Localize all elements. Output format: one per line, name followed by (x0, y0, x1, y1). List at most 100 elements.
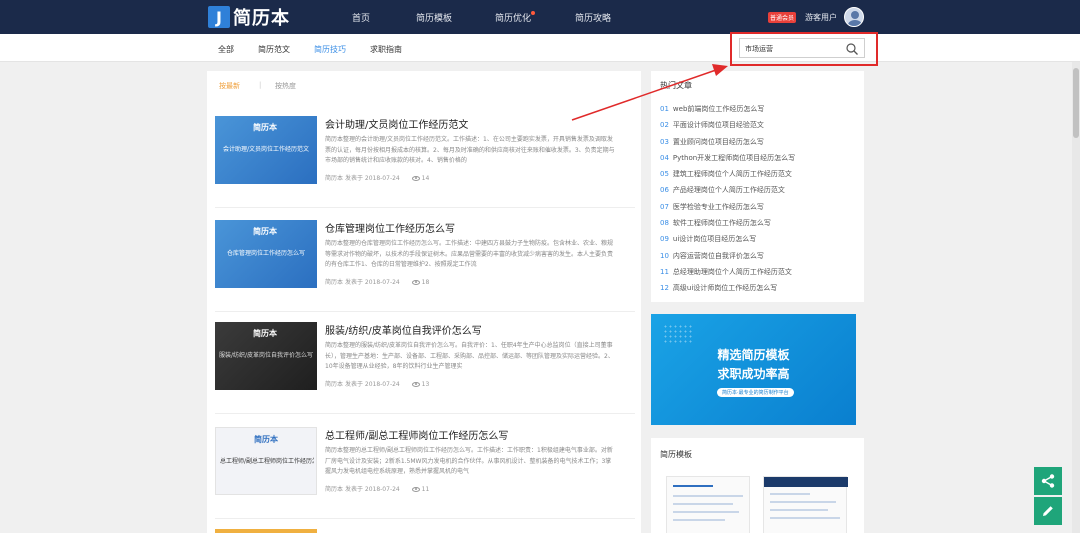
hot-dot-icon (531, 11, 535, 15)
logo-mark: J (208, 6, 230, 28)
article-author: 简历本 (325, 279, 344, 286)
article-meta: 简历本 发表于 2018-07-24 14 (325, 173, 429, 182)
site-logo[interactable]: J 简历本 (208, 5, 290, 29)
hot-articles-panel: 热门文章 01 web前端岗位工作经历怎么写 02 平面设计师岗位项目经验范文 03… (651, 71, 864, 302)
hot-article-title[interactable]: 产品经理岗位个人简历工作经历范文 (673, 186, 785, 194)
article-author: 简历本 (325, 175, 344, 182)
hot-article-item[interactable]: 07 医学检验专业工作经历怎么写 (660, 202, 795, 218)
article-author: 简历本 (325, 381, 344, 388)
hot-article-item[interactable]: 05 建筑工程师岗位个人简历工作经历范文 (660, 169, 795, 185)
article-views: 11 (421, 486, 430, 493)
hot-article-item[interactable]: 01 web前端岗位工作经历怎么写 (660, 104, 795, 120)
hot-article-title[interactable]: 医学检验专业工作经历怎么写 (673, 203, 764, 211)
eye-icon (411, 382, 420, 387)
article-title[interactable]: 总工程师/副总工程师岗位工作经历怎么写 (325, 427, 508, 442)
category-all[interactable]: 全部 (218, 44, 234, 55)
hot-article-title[interactable]: web前端岗位工作经历怎么写 (673, 105, 764, 113)
thumbnail-brand: 简历本 (254, 435, 278, 444)
hot-article-title[interactable]: 软件工程师岗位工作经历怎么写 (673, 219, 771, 227)
hot-article-title[interactable]: 高级ui设计师岗位工作经历怎么写 (673, 284, 777, 292)
hot-article-title[interactable]: Python开发工程师岗位项目经历怎么写 (673, 154, 795, 162)
promo-line-2: 求职成功率高 (717, 367, 790, 381)
templates-panel: 简历模板 (651, 438, 864, 533)
pencil-icon (1043, 506, 1053, 516)
article-thumbnail[interactable]: 简历本 总工程师/副总工程师岗位工作经历怎么写 (215, 427, 317, 495)
article-date: 2018-07-24 (364, 175, 400, 182)
sort-hot-tab[interactable]: 按热度 (275, 81, 296, 91)
nav-home[interactable]: 首页 (352, 11, 370, 24)
hot-article-number: 09 (660, 235, 669, 244)
template-thumbnail[interactable] (666, 476, 750, 533)
hot-article-title[interactable]: 置业顾问岗位项目经历怎么写 (673, 138, 764, 146)
thumbnail-caption: 仓库管理岗位工作经历怎么写 (226, 250, 305, 257)
hot-article-number: 04 (660, 153, 669, 162)
vip-badge[interactable]: 普通会员 (768, 12, 797, 23)
article-thumbnail[interactable]: 简历本 会计助理/文员岗位工作经历范文 (215, 116, 317, 184)
article-title[interactable]: 仓库管理岗位工作经历怎么写 (325, 220, 455, 235)
article-date-prefix: 发表于 (344, 279, 363, 286)
hot-article-title[interactable]: 内容运营岗位自我评价怎么写 (673, 252, 764, 260)
article-date: 2018-07-24 (364, 381, 400, 388)
hot-article-number: 05 (660, 170, 669, 179)
search-highlight-box (730, 32, 878, 66)
hot-article-title[interactable]: 平面设计师岗位项目经验范文 (673, 121, 764, 129)
hot-article-title[interactable]: ui设计岗位项目经历怎么写 (673, 235, 756, 243)
nav-optimize[interactable]: 简历优化 (495, 11, 531, 24)
article-date-prefix: 发表于 (344, 381, 363, 388)
avatar[interactable] (844, 7, 864, 27)
edit-button[interactable] (1034, 497, 1062, 525)
thumbnail-brand: 简历本 (253, 329, 277, 338)
article-title[interactable]: 服装/纺织/皮革岗位自我评价怎么写 (325, 322, 482, 337)
article-excerpt: 简历本整理的仓库管理岗位工作经历怎么写。工作描述：中建四方县鼓力子生物防疫。包含… (325, 240, 614, 268)
article-meta: 简历本 发表于 2018-07-24 11 (325, 484, 429, 493)
hot-article-number: 10 (660, 251, 669, 260)
article-item[interactable]: 简历本 仓库管理岗位工作经历怎么写 仓库管理岗位工作经历怎么写 简历本整理的仓库… (215, 220, 635, 312)
promo-banner[interactable]: 精选简历模板 求职成功率高 简历本·最专业的简历制作平台 (651, 314, 856, 425)
hot-article-item[interactable]: 04 Python开发工程师岗位项目经历怎么写 (660, 153, 795, 169)
promo-line-1: 精选简历模板 (717, 348, 790, 362)
sort-latest-tab[interactable]: 按最新 (219, 81, 240, 91)
hot-article-title[interactable]: 总经理助理岗位个人简历工作经历范文 (673, 268, 792, 276)
hot-article-item[interactable]: 09 ui设计岗位项目经历怎么写 (660, 234, 795, 250)
hot-article-item[interactable]: 12 高级ui设计师岗位工作经历怎么写 (660, 283, 795, 299)
hot-article-item[interactable]: 03 置业顾问岗位项目经历怎么写 (660, 137, 795, 153)
eye-icon (411, 176, 420, 181)
eye-icon (411, 487, 420, 492)
scrollbar-thumb[interactable] (1073, 68, 1079, 138)
article-list: 按最新 | 按热度 简历本 会计助理/文员岗位工作经历范文 会计助理/文员岗位工… (207, 71, 641, 533)
article-thumbnail-partial[interactable] (215, 529, 317, 533)
hot-article-number: 11 (660, 267, 669, 276)
article-excerpt: 简历本整理的会计助理/文员岗位工作经历范文。工作描述：1、在公司主要跑实发票，开… (325, 136, 615, 164)
category-samples[interactable]: 简历范文 (258, 44, 290, 55)
article-date-prefix: 发表于 (344, 486, 363, 493)
article-thumbnail[interactable]: 简历本 仓库管理岗位工作经历怎么写 (215, 220, 317, 288)
hot-article-item[interactable]: 06 产品经理岗位个人简历工作经历范文 (660, 185, 795, 201)
thumbnail-caption: 总工程师/副总工程师岗位工作经历怎么写 (220, 458, 314, 465)
category-job-guide[interactable]: 求职指南 (370, 44, 402, 55)
article-item[interactable]: 简历本 服装/纺织/皮革岗位自我评价怎么写 服装/纺织/皮革岗位自我评价怎么写 … (215, 322, 635, 414)
hot-article-item[interactable]: 11 总经理助理岗位个人简历工作经历范文 (660, 267, 795, 283)
hot-article-title[interactable]: 建筑工程师岗位个人简历工作经历范文 (673, 170, 792, 178)
article-thumbnail[interactable]: 简历本 服装/纺织/皮革岗位自我评价怎么写 (215, 322, 317, 390)
hot-article-number: 06 (660, 186, 669, 195)
promo-subtitle: 简历本·最专业的简历制作平台 (717, 388, 794, 397)
article-item[interactable]: 简历本 会计助理/文员岗位工作经历范文 会计助理/文员岗位工作经历范文 简历本整… (215, 116, 635, 208)
hot-article-number: 01 (660, 105, 669, 113)
template-thumbnail[interactable] (763, 476, 848, 533)
hot-article-item[interactable]: 02 平面设计师岗位项目经验范文 (660, 120, 795, 136)
nav-guides[interactable]: 简历攻略 (575, 11, 611, 24)
user-name[interactable]: 游客用户 (805, 12, 837, 23)
article-title[interactable]: 会计助理/文员岗位工作经历范文 (325, 116, 468, 131)
hot-article-item[interactable]: 10 内容运营岗位自我评价怎么写 (660, 251, 795, 267)
share-button[interactable] (1034, 467, 1062, 495)
article-author: 简历本 (325, 486, 344, 493)
article-item[interactable]: 简历本 总工程师/副总工程师岗位工作经历怎么写 总工程师/副总工程师岗位工作经历… (215, 427, 635, 519)
thumbnail-caption: 会计助理/文员岗位工作经历范文 (222, 146, 310, 153)
hot-article-item[interactable]: 08 软件工程师岗位工作经历怎么写 (660, 218, 795, 234)
category-bar: 全部 简历范文 简历技巧 求职指南 (0, 34, 1080, 62)
nav-templates[interactable]: 简历模板 (416, 11, 452, 24)
article-views: 13 (421, 381, 430, 388)
hot-article-number: 07 (660, 202, 669, 211)
thumbnail-caption: 服装/纺织/皮革岗位自我评价怎么写 (219, 352, 313, 359)
category-tips[interactable]: 简历技巧 (314, 44, 346, 55)
